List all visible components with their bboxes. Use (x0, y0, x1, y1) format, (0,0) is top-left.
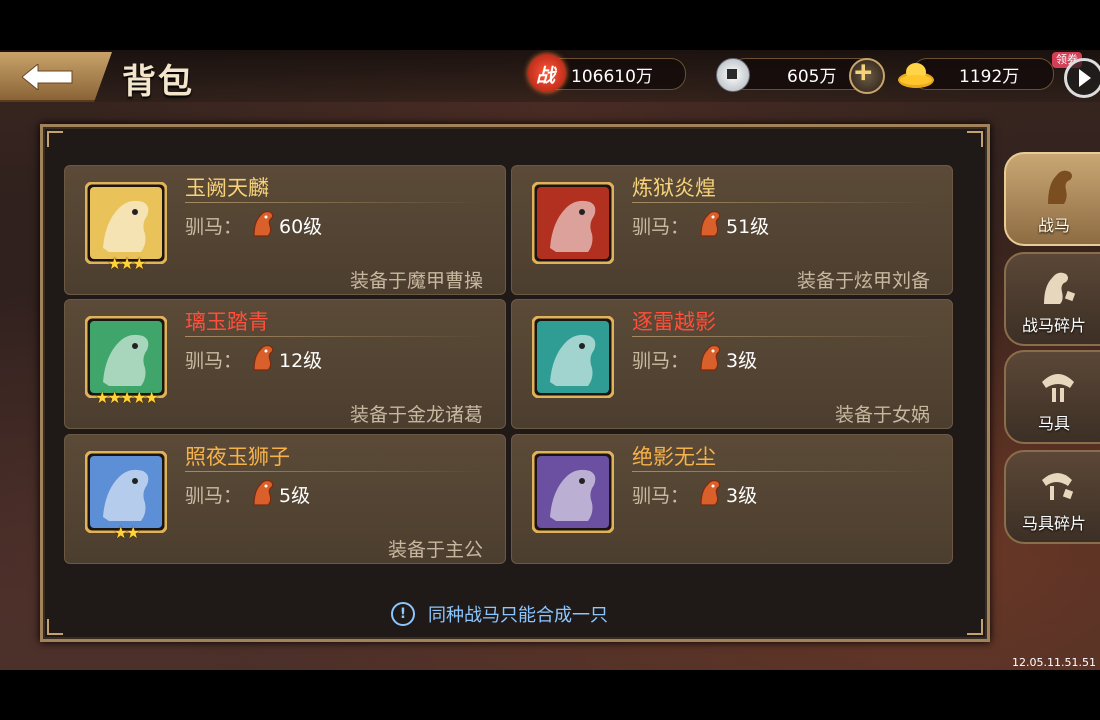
equipped-on: 装备于金龙诸葛 (349, 404, 483, 426)
train-label: 驯马： (185, 350, 243, 372)
horse-name: 炼狱炎煌 (632, 176, 716, 200)
horse-portrait-icon (85, 316, 167, 398)
horse-card[interactable]: ★★★★★ 璃玉踏青 驯马： 12级 装备于金龙诸葛 (64, 299, 506, 429)
horse-card[interactable]: ★★ 照夜玉狮子 驯马： 5级 装备于主公 (64, 434, 506, 564)
horse-name: 璃玉踏青 (185, 310, 269, 334)
horse-level-icon (700, 344, 721, 371)
play-button[interactable] (1064, 58, 1100, 98)
horse-card[interactable]: 炼狱炎煌 驯马： 51级 装备于炫甲刘备 (511, 165, 953, 295)
footer-bar: ! 同种战马只能合成一只 (48, 598, 978, 630)
train-label: 驯马： (632, 216, 690, 238)
star-rating: ★★★ (107, 254, 146, 273)
saddle-icon (1042, 374, 1074, 402)
train-label: 驯马： (632, 350, 690, 372)
horse-name: 绝影无尘 (632, 445, 716, 469)
horse-level: 3级 (726, 350, 758, 372)
horse-portrait-icon (85, 182, 167, 264)
gold-ingot-icon (898, 63, 934, 88)
tab-label: 马具 (1037, 414, 1070, 433)
horse-portrait-icon (532, 451, 614, 533)
horse-fragment-icon (1044, 272, 1076, 304)
horse-level: 60级 (279, 216, 323, 238)
horse-portrait[interactable] (85, 451, 167, 533)
horse-portrait-icon (532, 182, 614, 264)
equipped-on: 装备于魔甲曹操 (349, 270, 483, 292)
tab-saddle-fragment[interactable]: 马具碎片 (1004, 450, 1100, 544)
info-icon: ! (391, 602, 415, 626)
back-button[interactable] (0, 52, 112, 102)
train-label: 驯马： (632, 485, 690, 507)
horse-portrait[interactable] (532, 182, 614, 264)
equipped-on: 装备于主公 (387, 539, 483, 561)
tab-label: 战马碎片 (1021, 316, 1086, 335)
silver-coin-icon (716, 58, 750, 92)
tab-horse-head[interactable]: 战马 (1004, 152, 1100, 246)
horse-level-icon (700, 479, 721, 506)
horse-card[interactable]: 逐雷越影 驯马： 3级 装备于女娲 (511, 299, 953, 429)
footer-message: 同种战马只能合成一只 (428, 605, 608, 626)
horse-name: 照夜玉狮子 (185, 445, 290, 469)
play-icon (1079, 69, 1091, 87)
horse-level-icon (253, 344, 274, 371)
name-divider (185, 336, 485, 337)
tab-label: 马具碎片 (1021, 514, 1086, 533)
page-title: 背包 (122, 62, 194, 102)
train-label: 驯马： (185, 485, 243, 507)
horse-portrait-icon (85, 451, 167, 533)
top-bar: 背包 106610万 战 605万 1192万 (0, 50, 1100, 102)
star-rating: ★★★★★ (95, 388, 159, 407)
horse-portrait-icon (532, 316, 614, 398)
horse-level: 51级 (726, 216, 770, 238)
name-divider (185, 202, 485, 203)
horse-portrait[interactable] (532, 451, 614, 533)
silver-value: 605万 (787, 67, 837, 87)
horse-card[interactable]: 绝影无尘 驯马： 3级 (511, 434, 953, 564)
gold-value: 1192万 (959, 67, 1020, 87)
horse-level-icon (253, 210, 274, 237)
combat-power-icon-text: 战 (536, 65, 556, 87)
name-divider (632, 202, 932, 203)
horse-name: 玉阙天麟 (185, 176, 269, 200)
horse-name: 逐雷越影 (632, 310, 716, 334)
add-silver-button[interactable] (849, 58, 885, 94)
horse-card[interactable]: ★★★ 玉阙天麟 驯马： 60级 装备于魔甲曹操 (64, 165, 506, 295)
tab-saddle[interactable]: 马具 (1004, 350, 1100, 444)
horse-head-icon (1048, 170, 1072, 204)
back-arrow-icon (22, 64, 73, 90)
name-divider (632, 336, 932, 337)
horse-portrait[interactable] (85, 316, 167, 398)
train-label: 驯马： (185, 216, 243, 238)
combat-power-icon: 战 (528, 54, 566, 92)
saddle-fragment-icon (1042, 473, 1074, 500)
horse-level: 3级 (726, 485, 758, 507)
horse-level: 12级 (279, 350, 323, 372)
star-rating: ★★ (113, 523, 141, 542)
horse-level-icon (700, 210, 721, 237)
plus-icon (855, 64, 872, 81)
clock: 12.05.11.51.51 (1012, 656, 1096, 669)
name-divider (632, 471, 932, 472)
horse-level: 5级 (279, 485, 311, 507)
equipped-on: 装备于女娲 (834, 404, 930, 426)
tab-label: 战马 (1037, 216, 1070, 235)
name-divider (185, 471, 485, 472)
equipped-on: 装备于炫甲刘备 (796, 270, 930, 292)
panel-corner-ornament (967, 131, 983, 147)
horse-portrait[interactable] (85, 182, 167, 264)
horse-portrait[interactable] (532, 316, 614, 398)
horse-level-icon (253, 479, 274, 506)
panel-corner-ornament (47, 131, 63, 147)
tab-horse-fragment[interactable]: 战马碎片 (1004, 252, 1100, 346)
combat-power-value: 106610万 (571, 67, 653, 87)
